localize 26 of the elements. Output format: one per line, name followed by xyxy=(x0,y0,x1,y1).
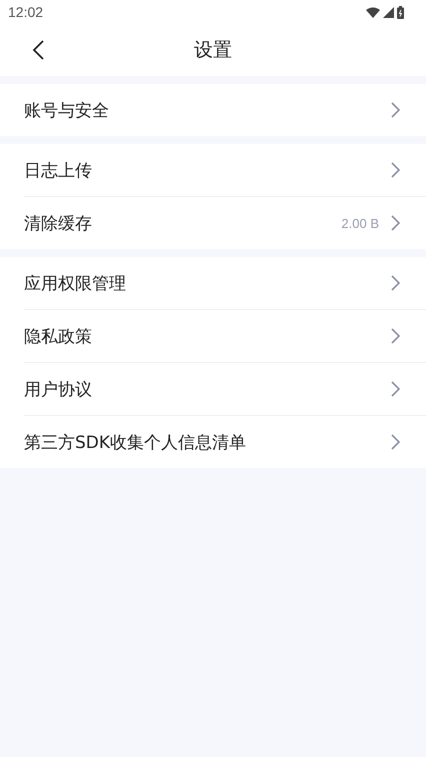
cache-size: 2.00 B xyxy=(341,216,379,230)
row-label: 日志上传 xyxy=(24,160,93,182)
row-label: 账号与安全 xyxy=(24,100,110,122)
row-label: 应用权限管理 xyxy=(24,272,127,294)
signal-icon xyxy=(383,6,394,18)
settings-row[interactable]: 第三方SDK收集个人信息清单 xyxy=(24,415,426,468)
page-title: 设置 xyxy=(194,38,232,63)
status-time: 12:02 xyxy=(8,4,44,20)
row-label: 清除缓存 xyxy=(24,212,93,234)
chevron-icon xyxy=(391,102,400,118)
chevron-icon xyxy=(391,215,400,231)
settings-row[interactable]: 用户协议 xyxy=(24,362,426,415)
chevron-icon xyxy=(391,434,400,450)
chevron-icon xyxy=(391,162,400,178)
chevron-icon xyxy=(391,381,400,397)
row-label: 用户协议 xyxy=(24,378,93,400)
settings-row[interactable]: 应用权限管理 xyxy=(24,257,426,309)
chevron-icon xyxy=(391,275,400,291)
row-label: 第三方SDK收集个人信息清单 xyxy=(24,432,248,454)
row-label: 隐私政策 xyxy=(24,326,93,348)
settings-row[interactable]: 隐私政策 xyxy=(24,309,426,362)
settings-row[interactable]: 日志上传 xyxy=(24,144,426,196)
settings-row[interactable]: 清除缓存 2.00 B xyxy=(24,196,426,249)
battery-icon xyxy=(397,6,404,18)
wifi-icon xyxy=(366,6,380,18)
chevron-icon xyxy=(391,328,400,344)
